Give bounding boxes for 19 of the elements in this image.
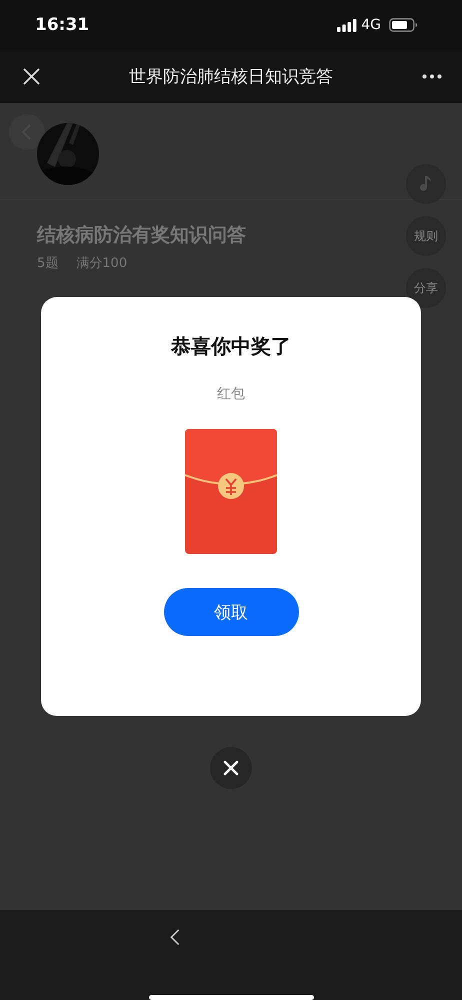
quiz-info: 满分100 [76, 255, 128, 272]
claim-button[interactable]: 领取 [164, 588, 298, 636]
music-note-icon [420, 175, 432, 193]
close-button[interactable] [210, 747, 252, 789]
more-icon[interactable] [422, 74, 442, 79]
side-button[interactable]: 规则 [406, 216, 446, 256]
page-title: 世界防治肺结核日知识竞答 [129, 66, 333, 88]
close-icon[interactable] [23, 68, 40, 85]
status-time: 16:31 [35, 15, 90, 35]
quiz-info: 5题 [37, 255, 58, 272]
prize-label: 红包 [217, 385, 245, 403]
battery-icon [389, 18, 418, 32]
side-button[interactable]: 分享 [406, 268, 446, 308]
dialog-title: 恭喜你中奖了 [171, 333, 291, 360]
back-icon[interactable] [170, 929, 180, 946]
signal-icon [337, 18, 358, 32]
network-label: 4G [361, 17, 381, 33]
envelope-icon [185, 429, 277, 554]
quiz-title: 结核病防治有奖知识问答 [37, 223, 246, 248]
